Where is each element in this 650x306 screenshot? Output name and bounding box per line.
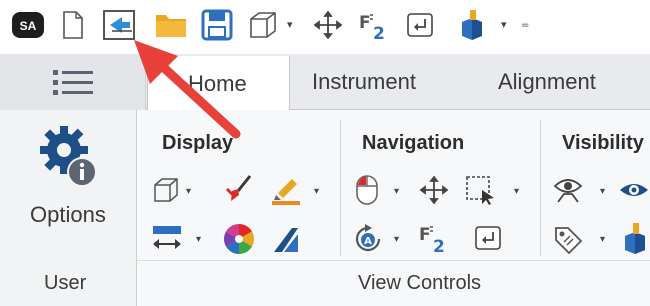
annotation-arrow-shaft (157, 61, 241, 139)
annotation-arrow (134, 40, 241, 139)
